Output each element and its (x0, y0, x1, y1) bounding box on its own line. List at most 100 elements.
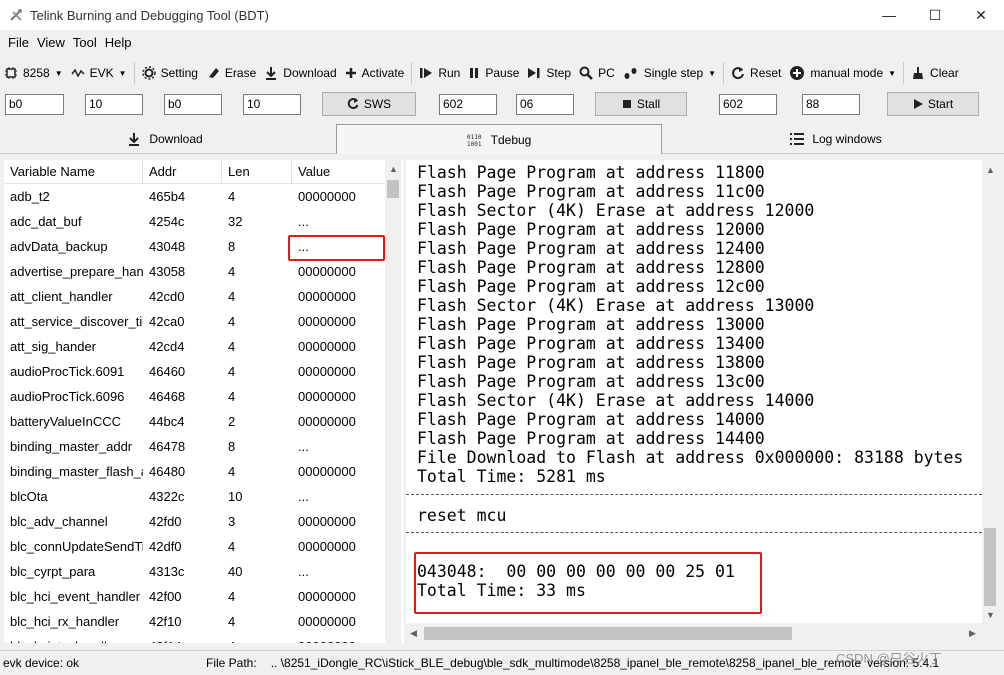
chip-select[interactable]: 8258 ▼ (0, 61, 67, 85)
setting-button[interactable]: Setting (138, 61, 202, 85)
log-line: Flash Page Program at address 11800 (417, 163, 765, 182)
value-cell[interactable]: 00000000 (292, 584, 386, 609)
sws-button[interactable]: SWS (322, 92, 416, 116)
value-cell[interactable]: 00000000 (292, 409, 386, 434)
pause-button[interactable]: Pause (464, 61, 523, 85)
value-cell[interactable]: 00000000 (292, 509, 386, 534)
value-cell[interactable]: 00000000 (292, 334, 386, 359)
addr-cell: 46480 (149, 464, 186, 479)
table-row[interactable]: blc_hci_event_handler 42f00 4 00000000 (4, 584, 386, 609)
start-addr-input[interactable]: 602 (719, 94, 777, 115)
table-row[interactable]: blc_hci_tx_handler42f14400000000 (4, 634, 386, 643)
scroll-up-icon[interactable]: ▲ (986, 165, 995, 175)
minimize-button[interactable]: — (866, 0, 912, 30)
log-line: Flash Sector (4K) Erase at address 12000 (417, 201, 815, 220)
search-icon (579, 66, 593, 80)
tab-download[interactable]: Download (0, 124, 330, 154)
menu-tool[interactable]: Tool (69, 35, 101, 50)
value-cell[interactable]: 00000000 (292, 459, 386, 484)
pc-button[interactable]: PC (575, 61, 619, 85)
erase-button[interactable]: Erase (202, 61, 260, 85)
scroll-down-icon[interactable]: ▼ (986, 610, 995, 620)
start-value-input[interactable]: 88 (802, 94, 860, 115)
table-row[interactable]: binding_master_flash_addr 46480 4 00000000 (4, 459, 386, 484)
download-button[interactable]: Download (260, 61, 340, 85)
table-row[interactable]: binding_master_addr 46478 8... (4, 434, 386, 459)
close-button[interactable]: ✕ (958, 0, 1004, 30)
tab-tdebug[interactable]: 0110 1001 Tdebug (336, 124, 662, 154)
table-row[interactable]: advertise_prepare_handler 43058 4 00000000 (4, 259, 386, 284)
manual-mode-select[interactable]: manual mode ▼ (785, 61, 900, 85)
value-cell[interactable]: ... (292, 434, 386, 459)
stall-button[interactable]: Stall (595, 92, 687, 116)
table-row[interactable]: batteryValueInCCC 44bc4 2 00000000 (4, 409, 386, 434)
col-len[interactable]: Len (222, 160, 292, 184)
tab-log-windows[interactable]: Log windows (668, 124, 1004, 154)
download-icon (266, 67, 277, 80)
table-row[interactable]: blc_hci_rx_handler 42f10 4 00000000 (4, 609, 386, 634)
table-row[interactable]: blcOta 4322c 10... (4, 484, 386, 509)
evk-select[interactable]: EVK ▼ (67, 61, 131, 85)
write-addr-input[interactable]: b0 (164, 94, 222, 115)
col-variable-name[interactable]: Variable Name (4, 160, 143, 184)
table-row[interactable]: audioProcTick.6091 46460 4 00000000 (4, 359, 386, 384)
value-cell[interactable]: 00000000 (292, 609, 386, 634)
value-cell[interactable]: 00000000 (292, 359, 386, 384)
activate-button[interactable]: Activate (341, 61, 409, 85)
table-row[interactable]: att_client_handler 42cd0 4 00000000 (4, 284, 386, 309)
stall-addr-input[interactable]: 602 (439, 94, 497, 115)
value-cell[interactable]: 00000000 (292, 534, 386, 559)
scroll-thumb[interactable] (424, 627, 792, 640)
gear-icon (141, 66, 156, 80)
step-icon (528, 68, 540, 78)
maximize-button[interactable]: ☐ (912, 0, 958, 30)
table-row[interactable]: blc_connUpdateSendTick 42df0 4 00000000 (4, 534, 386, 559)
scroll-right-icon[interactable]: ▶ (969, 628, 976, 639)
clear-button[interactable]: Clear (907, 61, 963, 85)
col-value[interactable]: Value (292, 160, 386, 184)
value-cell[interactable]: ... (292, 209, 386, 234)
read-len-input[interactable]: 10 (85, 94, 143, 115)
run-button[interactable]: Run (415, 61, 464, 85)
chevron-down-icon: ▼ (54, 68, 63, 78)
table-row[interactable]: audioProcTick.6096 46468 4 00000000 (4, 384, 386, 409)
menu-help[interactable]: Help (101, 35, 136, 50)
write-value-input[interactable]: 10 (243, 94, 301, 115)
scroll-up-icon[interactable]: ▲ (389, 164, 398, 174)
start-button[interactable]: Start (887, 92, 979, 116)
col-addr[interactable]: Addr (143, 160, 222, 184)
value-cell[interactable]: ... (292, 559, 386, 584)
reset-button[interactable]: Reset (727, 61, 785, 85)
scroll-left-icon[interactable]: ◀ (410, 628, 417, 639)
table-row[interactable]: att_service_discover_tick 42ca0 4 00000000 (4, 309, 386, 334)
variable-table-scrollbar[interactable]: ▲ (385, 160, 401, 643)
chip-icon (5, 67, 17, 79)
log-horizontal-scrollbar[interactable]: ◀ ▶ (406, 624, 982, 643)
table-row[interactable]: blc_cyrpt_para 4313c 40... (4, 559, 386, 584)
scroll-thumb[interactable] (387, 180, 399, 198)
stall-value-input[interactable]: 06 (516, 94, 574, 115)
table-row[interactable]: att_sig_hander 42cd4 4 00000000 (4, 334, 386, 359)
step-button[interactable]: Step (523, 61, 575, 85)
variable-name-cell: adc_dat_buf (10, 214, 82, 229)
addr-cell: 43058 (149, 264, 186, 279)
addr-cell: 44bc4 (149, 414, 185, 429)
read-addr-input[interactable]: b0 (5, 94, 64, 115)
value-cell[interactable]: 00000000 (292, 309, 386, 334)
table-row[interactable]: blc_adv_channel 42fd0 3 00000000 (4, 509, 386, 534)
value-cell[interactable]: 00000000 (292, 634, 386, 643)
log-vertical-scrollbar[interactable]: ▲ ▼ (982, 160, 998, 623)
value-cell[interactable]: 00000000 (292, 259, 386, 284)
variable-name-cell: advertise_prepare_handler (10, 264, 143, 279)
run-label: Run (438, 66, 461, 80)
scroll-thumb[interactable] (984, 528, 996, 606)
value-cell[interactable]: 00000000 (292, 384, 386, 409)
value-cell[interactable]: 00000000 (292, 184, 386, 209)
menu-view[interactable]: View (33, 35, 69, 50)
value-cell[interactable]: 00000000 (292, 284, 386, 309)
table-row[interactable]: adb_t2 465b4 4 00000000 (4, 184, 386, 209)
table-row[interactable]: adc_dat_buf 4254c 32... (4, 209, 386, 234)
menu-file[interactable]: File (4, 35, 33, 50)
value-cell[interactable]: ... (292, 484, 386, 509)
single-step-select[interactable]: Single step ▼ (619, 61, 720, 85)
